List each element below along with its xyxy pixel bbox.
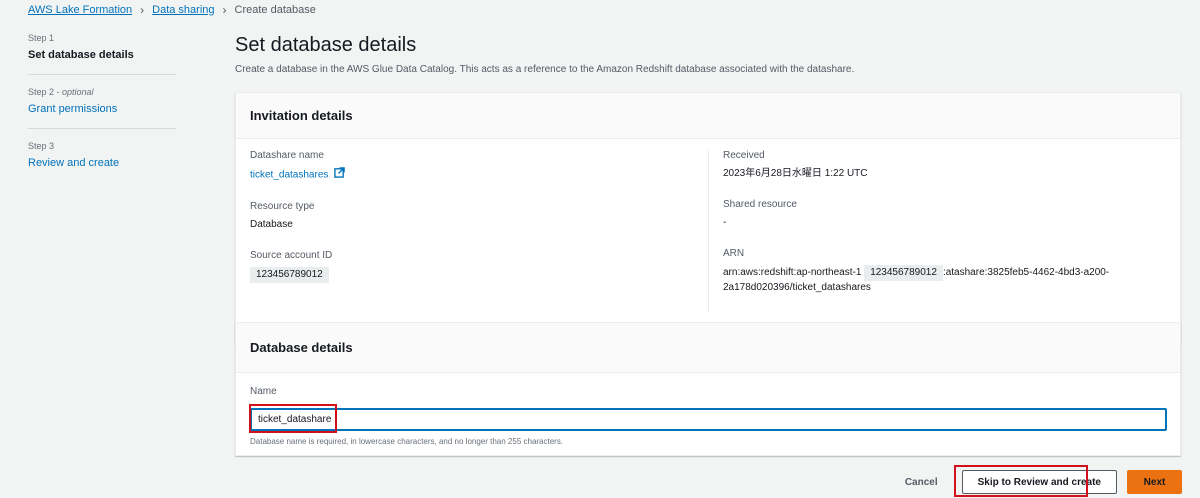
step-title-set-database-details: Set database details (28, 49, 134, 61)
breadcrumb-data-sharing[interactable]: Data sharing (152, 3, 214, 17)
step-number: Step 1 (28, 33, 55, 43)
received-value: 2023年6月28日水曜日 1:22 UTC (723, 168, 868, 179)
step-link-grant-permissions[interactable]: Grant permissions (28, 102, 176, 116)
arn-prefix: arn:aws:redshift:ap-northeast-1 (723, 267, 862, 278)
database-details-heading: Database details (250, 340, 353, 355)
panel-header: Database details (236, 323, 1180, 373)
wizard-steps: Step 1 Set database details Step 2 - opt… (28, 32, 176, 193)
step-link-review-and-create[interactable]: Review and create (28, 156, 176, 170)
resource-type-field: Resource type Database (250, 200, 694, 232)
arn-field: ARN arn:aws:redshift:ap-northeast-1 1234… (723, 247, 1166, 295)
invitation-details-panel: Invitation details Datashare name ticket… (235, 92, 1181, 346)
arn-label: ARN (723, 248, 745, 259)
breadcrumb-lake-formation[interactable]: AWS Lake Formation (28, 3, 132, 17)
step-number: Step 3 (28, 141, 55, 151)
wizard-step-1: Step 1 Set database details (28, 32, 176, 75)
source-account-value: 123456789012 (250, 267, 329, 283)
step-number-text: Step 2 - (28, 87, 63, 97)
shared-resource-label: Shared resource (723, 199, 797, 210)
shared-resource-field: Shared resource - (723, 198, 1166, 230)
datashare-name-link[interactable]: ticket_datashares (250, 167, 694, 183)
arn-suffix: :atashare:3825feb5-4462-4bd3-a200- (942, 267, 1110, 278)
chevron-right-icon: › (222, 3, 227, 17)
resource-type-label: Resource type (250, 201, 315, 212)
datashare-name-field: Datashare name ticket_datashares (250, 149, 694, 183)
cancel-button[interactable]: Cancel (905, 477, 938, 488)
external-link-icon (334, 167, 345, 183)
arn-value: arn:aws:redshift:ap-northeast-1 12345678… (723, 265, 1166, 295)
skip-button-wrap: Skip to Review and create (953, 465, 1127, 497)
source-account-label: Source account ID (250, 250, 333, 261)
step-number: Step 2 - optional (28, 86, 176, 98)
received-field: Received 2023年6月28日水曜日 1:22 UTC (723, 149, 1166, 181)
invitation-details-heading: Invitation details (250, 108, 353, 123)
name-label: Name (250, 386, 277, 397)
wizard-step-2: Step 2 - optional Grant permissions (28, 86, 176, 129)
shared-resource-value: - (723, 217, 727, 228)
arn-line-2: 2a178d020396/ticket_datashares (723, 282, 871, 293)
skip-to-review-button[interactable]: Skip to Review and create (961, 470, 1117, 494)
datashare-name-label: Datashare name (250, 150, 324, 161)
step-optional-text: optional (62, 87, 94, 97)
source-account-field: Source account ID 123456789012 (250, 249, 694, 283)
wizard-actions: Cancel Skip to Review and create Next (905, 465, 1182, 497)
next-button[interactable]: Next (1127, 470, 1182, 494)
wizard-step-3: Step 3 Review and create (28, 140, 176, 182)
datashare-name-text: ticket_datashares (250, 169, 329, 181)
page-description: Create a database in the AWS Glue Data C… (235, 64, 855, 75)
breadcrumb-current: Create database (234, 4, 316, 16)
name-hint-text: Database name is required, in lowercase … (250, 437, 564, 446)
received-label: Received (723, 150, 765, 161)
database-name-input[interactable] (250, 408, 1167, 431)
chevron-right-icon: › (140, 3, 145, 17)
database-details-panel: Database details Name Database name is r… (235, 322, 1181, 456)
panel-header: Invitation details (236, 93, 1180, 139)
page-title: Set database details (235, 34, 417, 56)
main-content: Set database details Create a database i… (235, 32, 1181, 456)
resource-type-value: Database (250, 219, 293, 230)
arn-account-chip: 123456789012 (864, 265, 943, 281)
breadcrumb: AWS Lake Formation › Data sharing › Crea… (28, 3, 316, 17)
